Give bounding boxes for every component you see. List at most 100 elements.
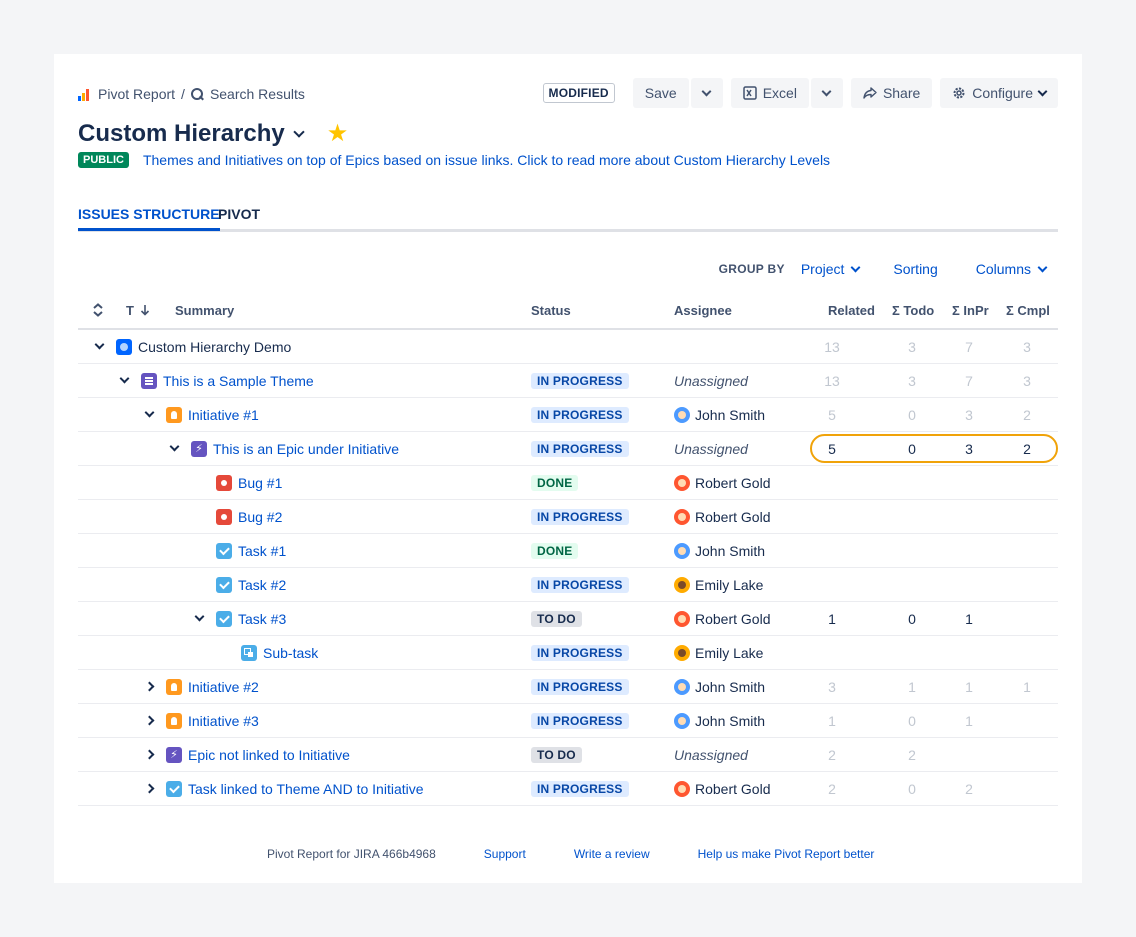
issue-summary-link[interactable]: Bug #2	[238, 509, 282, 525]
initiative-icon	[166, 678, 182, 695]
collapse-chevron-icon[interactable]	[142, 407, 156, 422]
issue-summary-link[interactable]: Task #2	[238, 577, 286, 593]
issue-summary-link[interactable]: Initiative #1	[188, 407, 259, 423]
issue-summary-link[interactable]: Custom Hierarchy Demo	[138, 339, 291, 355]
collapse-chevron-icon[interactable]	[167, 441, 181, 456]
assignee-cell: Emily Lake	[674, 636, 763, 669]
collapse-chevron-icon[interactable]	[117, 373, 131, 388]
issue-summary-link[interactable]: Epic not linked to Initiative	[188, 747, 350, 763]
page-title: Custom Hierarchy	[78, 120, 285, 147]
tab-issues-structure[interactable]: ISSUES STRUCTURE	[78, 206, 220, 231]
save-button[interactable]: Save	[632, 78, 689, 108]
type-header-label: T	[126, 302, 134, 318]
issue-summary-link[interactable]: Task linked to Theme AND to Initiative	[188, 781, 424, 797]
status-badge: IN PROGRESS	[531, 644, 629, 661]
excel-button[interactable]: Excel	[730, 78, 809, 108]
summary-cell: Bug #1	[192, 466, 282, 499]
table-row[interactable]: Custom Hierarchy Demo 13 3 7 3	[78, 330, 1058, 364]
status-badge: IN PROGRESS	[531, 508, 629, 525]
expand-chevron-icon[interactable]	[142, 714, 156, 728]
table-row[interactable]: Task #3 TO DO Robert Gold 1 0 1	[78, 602, 1058, 636]
cmpl-value	[1007, 602, 1047, 635]
excel-icon	[742, 86, 757, 100]
todo-value: 0	[908, 406, 916, 423]
todo-column-header[interactable]: Σ Todo	[892, 292, 934, 328]
breadcrumb-current[interactable]: Search Results	[210, 86, 305, 102]
issue-summary-link[interactable]: Sub-task	[263, 645, 318, 661]
save-options-button[interactable]	[690, 78, 723, 108]
summary-column-header[interactable]: Summary	[175, 292, 234, 328]
related-column-header[interactable]: Related	[828, 292, 875, 328]
initiative-icon	[166, 712, 182, 729]
columns-dropdown[interactable]: Columns	[976, 261, 1048, 277]
no-expander	[217, 646, 231, 660]
support-link[interactable]: Support	[484, 847, 526, 861]
avatar	[674, 678, 690, 695]
collapse-chevron-icon[interactable]	[92, 339, 106, 354]
initiative-icon	[166, 406, 182, 423]
issue-summary-link[interactable]: Initiative #3	[188, 713, 259, 729]
save-label: Save	[644, 85, 677, 101]
related-value: 13	[824, 372, 840, 389]
table-row[interactable]: Task #2 IN PROGRESS Emily Lake	[78, 568, 1058, 602]
chevron-down-icon	[850, 262, 861, 272]
status-column-header[interactable]: Status	[531, 292, 571, 328]
todo-value	[892, 534, 932, 567]
status-cell: TO DO	[531, 602, 582, 635]
cmpl-column-header[interactable]: Σ Cmpl	[1006, 292, 1050, 328]
related-value: 3	[828, 678, 836, 695]
collapse-chevron-icon[interactable]	[192, 611, 206, 626]
assignee-name: Emily Lake	[695, 644, 764, 661]
share-button[interactable]: Share	[850, 78, 933, 108]
configure-button[interactable]: Configure	[940, 78, 1058, 108]
sorting-link[interactable]: Sorting	[893, 261, 937, 277]
table-row[interactable]: This is a Sample Theme IN PROGRESS Unassig…	[78, 364, 1058, 398]
type-column-header[interactable]: T	[126, 292, 150, 328]
group-by-project-dropdown[interactable]: Project	[801, 261, 861, 277]
status-badge: IN PROGRESS	[531, 780, 629, 797]
issue-summary-link[interactable]: This is an Epic under Initiative	[213, 441, 399, 457]
write-review-link[interactable]: Write a review	[574, 847, 650, 861]
issue-summary-link[interactable]: Task #1	[238, 543, 286, 559]
summary-cell: Initiative #1	[142, 398, 259, 431]
table-row[interactable]: Task linked to Theme AND to Initiative IN…	[78, 772, 1058, 806]
assignee-name: Unassigned	[674, 746, 748, 763]
excel-options-button[interactable]	[810, 78, 843, 108]
todo-value: 1	[908, 678, 916, 695]
bug-icon	[216, 508, 232, 525]
expand-chevron-icon[interactable]	[142, 748, 156, 762]
todo-value: 0	[908, 712, 916, 729]
inpr-value	[949, 466, 989, 499]
table-row[interactable]: Bug #1 DONE Robert Gold	[78, 466, 1058, 500]
table-row[interactable]: Sub-task IN PROGRESS Emily Lake	[78, 636, 1058, 670]
issue-summary-link[interactable]: This is a Sample Theme	[163, 373, 314, 389]
issue-summary-link[interactable]: Initiative #2	[188, 679, 259, 695]
table-row[interactable]: ⚡ Epic not linked to Initiative TO DO Unass…	[78, 738, 1058, 772]
table-row[interactable]: Initiative #1 IN PROGRESS John Smith 5 0 3 2	[78, 398, 1058, 432]
inpr-column-header[interactable]: Σ InPr	[952, 292, 989, 328]
report-menu-chevron-icon[interactable]	[293, 126, 305, 138]
table-row[interactable]: Initiative #2 IN PROGRESS John Smith 3 1 1 1	[78, 670, 1058, 704]
table-row[interactable]: Bug #2 IN PROGRESS Robert Gold	[78, 500, 1058, 534]
breadcrumb-root-link[interactable]: Pivot Report	[98, 86, 175, 102]
expand-chevron-icon[interactable]	[142, 782, 156, 796]
summary-cell: Task #3	[192, 602, 286, 635]
search-icon	[190, 87, 204, 101]
favorite-star-icon[interactable]: ★	[327, 122, 349, 146]
modified-badge: MODIFIED	[542, 83, 615, 103]
expand-collapse-all-icon[interactable]	[92, 292, 104, 328]
avatar	[674, 406, 690, 423]
description-link[interactable]: Themes and Initiatives on top of Epics b…	[143, 152, 830, 168]
summary-cell: Initiative #3	[142, 704, 259, 737]
issue-summary-link[interactable]: Bug #1	[238, 475, 282, 491]
expand-chevron-icon[interactable]	[142, 680, 156, 694]
issue-summary-link[interactable]: Task #3	[238, 611, 286, 627]
table-row[interactable]: Task #1 DONE John Smith	[78, 534, 1058, 568]
assignee-column-header[interactable]: Assignee	[674, 292, 732, 328]
table-row[interactable]: Initiative #3 IN PROGRESS John Smith 1 0 1	[78, 704, 1058, 738]
tab-pivot[interactable]: PIVOT	[218, 206, 260, 222]
related-value	[812, 500, 852, 533]
task-icon	[216, 542, 232, 559]
feedback-link[interactable]: Help us make Pivot Report better	[698, 847, 875, 861]
configure-label: Configure	[972, 85, 1033, 101]
